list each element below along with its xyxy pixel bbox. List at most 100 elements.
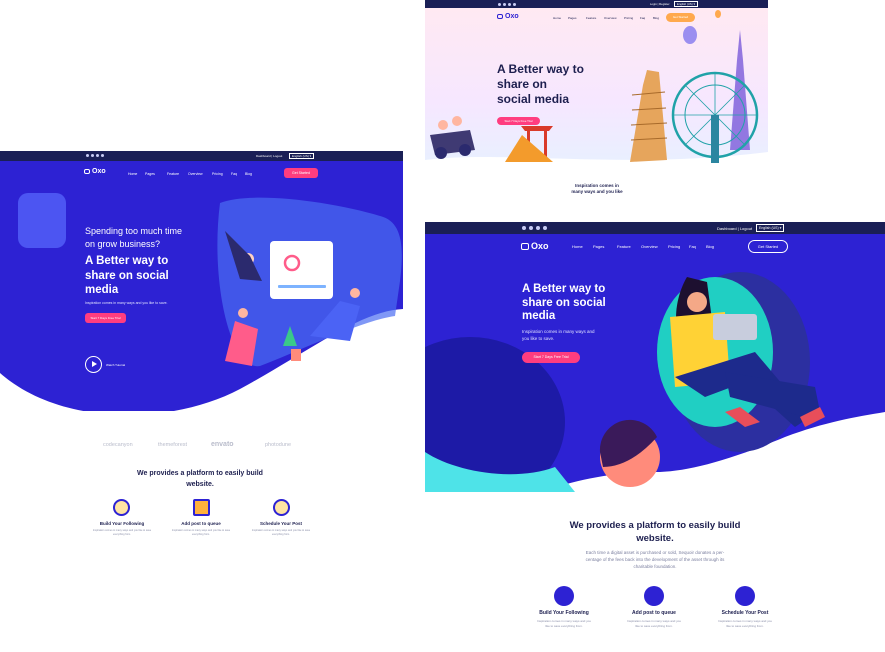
- logo-mark-icon: [84, 169, 90, 174]
- nav-feature[interactable]: Feature: [586, 16, 596, 20]
- logo[interactable]: Oxo: [497, 13, 519, 20]
- feature-title: Schedule Your Post: [259, 521, 303, 526]
- youtube-icon[interactable]: [513, 2, 516, 6]
- watch-tutorial-label[interactable]: Watch Tutorial: [106, 363, 125, 367]
- logo-mark-icon: [521, 242, 529, 250]
- nav-faq[interactable]: Faq: [689, 244, 696, 249]
- twitter-icon[interactable]: [522, 226, 526, 230]
- feature-text-line: like to save everything from.: [726, 624, 764, 628]
- section-description-line: Each time a digital asset is purchased o…: [585, 550, 725, 555]
- facebook-icon[interactable]: [508, 2, 511, 6]
- section-title-line: We provides a platform to easily build: [137, 470, 263, 477]
- get-started-button[interactable]: Get Started: [284, 168, 318, 178]
- nav-feature[interactable]: Feature: [617, 244, 631, 249]
- section-title: We provides a platform to easily build w…: [100, 468, 300, 490]
- hero-title: A Better way to share on social media: [85, 254, 169, 298]
- twitter-icon[interactable]: [86, 154, 89, 157]
- nav-pricing[interactable]: Pricing: [624, 16, 633, 20]
- feature-title: Build Your Following: [99, 521, 145, 526]
- nav-pricing[interactable]: Pricing: [212, 172, 223, 176]
- get-started-button[interactable]: Get Started: [748, 240, 788, 253]
- logo-mark-icon: [497, 14, 503, 19]
- top-bar: Login | Register English (US) ▾: [425, 0, 768, 8]
- nav-pages[interactable]: Pages: [593, 244, 604, 249]
- logo[interactable]: Oxo: [521, 241, 549, 251]
- hero-title-line: share on social: [522, 296, 606, 309]
- language-select[interactable]: English (US) ▾: [756, 224, 785, 232]
- peek-line: many ways and you like: [571, 189, 623, 194]
- youtube-icon[interactable]: [101, 154, 104, 157]
- check-icon: [113, 499, 130, 516]
- account-links[interactable]: Dashboard | Logout: [717, 226, 752, 231]
- account-links[interactable]: Dashboard | Logout: [256, 154, 282, 158]
- brand-logo: envato: [211, 441, 234, 448]
- language-value: English (US): [677, 2, 693, 6]
- linkedin-icon[interactable]: [91, 154, 94, 157]
- hero-title-line: share on: [497, 77, 548, 91]
- nav-home[interactable]: Home: [572, 244, 583, 249]
- feature-title: Add post to queue: [632, 610, 676, 616]
- nav-overview[interactable]: Overview: [641, 244, 658, 249]
- youtube-icon[interactable]: [543, 226, 547, 230]
- linkedin-icon[interactable]: [529, 226, 533, 230]
- nav-pages[interactable]: Pages: [568, 16, 577, 20]
- brand-logos: codecanyon themeforest envato photodune: [103, 441, 303, 452]
- language-select[interactable]: English (US) ▾: [674, 1, 698, 7]
- hero-subtitle: Inspiration comes in many ways and you l…: [522, 328, 595, 342]
- logo-text: Oxo: [505, 13, 519, 20]
- hero-kicker-line: on grow business?: [85, 239, 161, 249]
- hero-title-line: media: [522, 310, 556, 322]
- section-description: Each time a digital asset is purchased o…: [545, 549, 765, 570]
- facebook-icon[interactable]: [536, 226, 540, 230]
- hero-background: [0, 193, 403, 411]
- play-icon: [92, 361, 97, 367]
- screenshot-panel-bottom-right: Dashboard | Logout English (US) ▾ Oxo Ho…: [425, 222, 885, 652]
- section-description-line: centage of the fees back into the develo…: [585, 557, 725, 562]
- nav-pricing[interactable]: Pricing: [668, 244, 680, 249]
- nav-faq[interactable]: Faq: [640, 16, 645, 20]
- screenshot-panel-left: Dashboard | Logout English (US) ▾ Oxo Ho…: [0, 151, 403, 552]
- nav-pages[interactable]: Pages: [145, 172, 155, 176]
- hero-title: A Better way to share on social media: [497, 62, 584, 107]
- nav-home[interactable]: Home: [553, 16, 561, 20]
- play-video-button[interactable]: [85, 356, 102, 373]
- section-title-line: website.: [636, 533, 674, 544]
- account-links[interactable]: Login | Register: [650, 2, 670, 6]
- brand-logo: themeforest: [158, 442, 188, 448]
- nav-overview[interactable]: Overview: [604, 16, 617, 20]
- twitter-icon[interactable]: [498, 2, 501, 6]
- free-trial-button[interactable]: Start 7 Days Free Trial: [522, 352, 580, 363]
- upload-icon: [644, 586, 664, 606]
- section-description-line: charitable foundation.: [633, 564, 677, 569]
- top-bar: Dashboard | Logout English (US) ▾: [425, 222, 885, 234]
- hero-title-line: A Better way to: [85, 255, 169, 267]
- nav-blog[interactable]: Blog: [245, 172, 252, 176]
- get-started-button[interactable]: Get Started: [666, 13, 695, 22]
- nav-blog[interactable]: Blog: [706, 244, 714, 249]
- upload-icon: [193, 499, 210, 516]
- hero-title-line: share on social: [85, 269, 169, 282]
- nav-feature[interactable]: Feature: [167, 172, 179, 176]
- feature-title: Add post to queue: [181, 521, 221, 526]
- hero-title: A Better way to share on social media: [522, 283, 606, 324]
- facebook-icon[interactable]: [96, 154, 99, 157]
- section-title-line: website.: [186, 481, 214, 488]
- nav-home[interactable]: Home: [128, 172, 137, 176]
- hero-background: [425, 222, 885, 492]
- section-peek-text: Inspiration comes in many ways and you l…: [547, 183, 647, 195]
- hero-title-line: media: [85, 284, 119, 296]
- free-trial-button[interactable]: Start 7 Days Free Trial: [497, 117, 540, 125]
- hero-section: Oxo Home Pages Feature Overview Pricing …: [0, 161, 403, 411]
- nav-faq[interactable]: Faq: [231, 172, 237, 176]
- feature-text-line: like to save everything from.: [635, 624, 673, 628]
- hero-title-line: A Better way to: [522, 283, 606, 295]
- hero-kicker-line: Spending too much time: [85, 226, 183, 236]
- nav-blog[interactable]: Blog: [653, 16, 659, 20]
- nav-overview[interactable]: Overview: [188, 172, 203, 176]
- clock-icon: [735, 586, 755, 606]
- free-trial-button[interactable]: Start 7 Days Free Trial: [85, 313, 126, 323]
- language-select[interactable]: English (US) ▾: [289, 153, 315, 159]
- logo[interactable]: Oxo: [84, 168, 106, 175]
- hero-subtitle-line: Inspiration comes in many ways and: [522, 329, 595, 334]
- linkedin-icon[interactable]: [503, 2, 506, 6]
